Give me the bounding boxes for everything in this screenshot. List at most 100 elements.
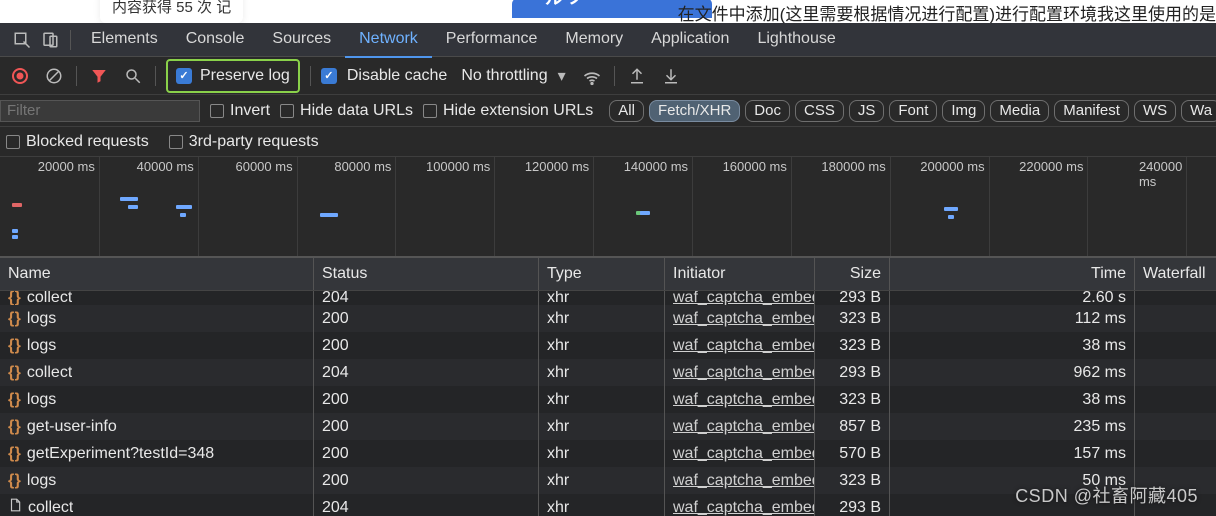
- chevron-down-icon: ▾: [558, 66, 566, 86]
- throttling-value: No throttling: [461, 67, 547, 85]
- thirdparty-checkbox[interactable]: 3rd-party requests: [169, 133, 319, 151]
- inspect-icon[interactable]: [8, 26, 36, 54]
- table-row[interactable]: collect204xhrwaf_captcha_embed293 B: [0, 494, 1216, 516]
- blocked-checkbox[interactable]: Blocked requests: [6, 133, 149, 151]
- download-icon[interactable]: [659, 64, 683, 88]
- request-status: 200: [322, 310, 349, 328]
- request-time: 38 ms: [1082, 391, 1126, 409]
- timeline-grid: [593, 157, 594, 256]
- request-type: xhr: [547, 499, 569, 516]
- table-row[interactable]: { }collect204xhrwaf_captcha_embed293 B96…: [0, 359, 1216, 386]
- request-size: 293 B: [839, 291, 881, 305]
- table-row[interactable]: { }collect204xhrwaf_captcha_embed293 B2.…: [0, 291, 1216, 305]
- request-type: xhr: [547, 291, 569, 305]
- pill-manifest[interactable]: Manifest: [1054, 100, 1129, 122]
- filter-input[interactable]: [0, 100, 200, 122]
- request-name: logs: [27, 391, 56, 409]
- upload-icon[interactable]: [625, 64, 649, 88]
- invert-checkbox[interactable]: Invert: [210, 102, 270, 120]
- device-toggle-icon[interactable]: [36, 26, 64, 54]
- hide-data-checkbox[interactable]: Hide data URLs: [280, 102, 413, 120]
- hide-ext-checkbox[interactable]: Hide extension URLs: [423, 102, 593, 120]
- filter-row-2: Blocked requests 3rd-party requests: [0, 127, 1216, 157]
- preserve-log-label: Preserve log: [200, 67, 290, 85]
- timeline-overview[interactable]: 20000 ms40000 ms60000 ms80000 ms100000 m…: [0, 157, 1216, 257]
- timeline-mark: [944, 207, 958, 211]
- request-time: 2.60 s: [1082, 291, 1126, 305]
- col-name[interactable]: Name: [0, 258, 314, 290]
- request-size: 570 B: [839, 445, 881, 463]
- tab-elements[interactable]: Elements: [77, 22, 172, 58]
- table-row[interactable]: { }logs200xhrwaf_captcha_embed323 B38 ms: [0, 332, 1216, 359]
- tab-lighthouse[interactable]: Lighthouse: [743, 22, 849, 58]
- timeline-grid: [297, 157, 298, 256]
- pill-font[interactable]: Font: [889, 100, 937, 122]
- timeline-tick: 40000 ms: [137, 159, 194, 174]
- request-initiator[interactable]: waf_captcha_embed: [673, 445, 815, 463]
- request-size: 857 B: [839, 418, 881, 436]
- network-conditions-icon[interactable]: [580, 64, 604, 88]
- xhr-icon: { }: [8, 418, 19, 436]
- pill-fetchxhr[interactable]: Fetch/XHR: [649, 100, 740, 122]
- col-status[interactable]: Status: [314, 258, 539, 290]
- clear-icon[interactable]: [42, 64, 66, 88]
- pill-css[interactable]: CSS: [795, 100, 844, 122]
- pill-js[interactable]: JS: [849, 100, 885, 122]
- filter-row: Invert Hide data URLs Hide extension URL…: [0, 95, 1216, 127]
- col-initiator[interactable]: Initiator: [665, 258, 815, 290]
- tab-console[interactable]: Console: [172, 22, 259, 58]
- divider: [614, 66, 615, 86]
- blocked-label: Blocked requests: [26, 133, 149, 151]
- tab-memory[interactable]: Memory: [551, 22, 637, 58]
- col-time[interactable]: Time: [890, 258, 1135, 290]
- request-initiator[interactable]: waf_captcha_embed: [673, 472, 815, 490]
- pill-wa[interactable]: Wa: [1181, 100, 1216, 122]
- timeline-grid: [494, 157, 495, 256]
- pill-all[interactable]: All: [609, 100, 644, 122]
- request-name: logs: [27, 472, 56, 490]
- divider: [155, 66, 156, 86]
- request-type: xhr: [547, 472, 569, 490]
- pill-ws[interactable]: WS: [1134, 100, 1176, 122]
- table-row[interactable]: { }logs200xhrwaf_captcha_embed323 B38 ms: [0, 386, 1216, 413]
- table-row[interactable]: { }get-user-info200xhrwaf_captcha_embed8…: [0, 413, 1216, 440]
- throttling-select[interactable]: No throttling ▾: [457, 66, 569, 86]
- request-initiator[interactable]: waf_captcha_embed: [673, 391, 815, 409]
- timeline-grid: [1186, 157, 1187, 256]
- tab-application[interactable]: Application: [637, 22, 743, 58]
- table-row[interactable]: { }logs200xhrwaf_captcha_embed323 B50 ms: [0, 467, 1216, 494]
- timeline-mark: [12, 229, 18, 233]
- network-toolbar: ✓ Preserve log ✓ Disable cache No thrott…: [0, 57, 1216, 95]
- col-waterfall[interactable]: Waterfall: [1135, 258, 1216, 290]
- request-size: 293 B: [839, 499, 881, 516]
- request-initiator[interactable]: waf_captcha_embed: [673, 499, 815, 516]
- col-size[interactable]: Size: [815, 258, 890, 290]
- pill-media[interactable]: Media: [990, 100, 1049, 122]
- timeline-tick: 160000 ms: [723, 159, 787, 174]
- pill-doc[interactable]: Doc: [745, 100, 790, 122]
- search-icon[interactable]: [121, 64, 145, 88]
- divider: [70, 30, 71, 50]
- request-initiator[interactable]: waf_captcha_embed: [673, 364, 815, 382]
- record-icon[interactable]: [8, 64, 32, 88]
- tab-network[interactable]: Network: [345, 22, 432, 58]
- request-size: 323 B: [839, 472, 881, 490]
- request-initiator[interactable]: waf_captcha_embed: [673, 310, 815, 328]
- xhr-icon: { }: [8, 310, 19, 328]
- timeline-tick: 140000 ms: [624, 159, 688, 174]
- table-row[interactable]: { }logs200xhrwaf_captcha_embed323 B112 m…: [0, 305, 1216, 332]
- timeline-tick: 100000 ms: [426, 159, 490, 174]
- tab-sources[interactable]: Sources: [258, 22, 345, 58]
- filter-icon[interactable]: [87, 64, 111, 88]
- table-row[interactable]: { }getExperiment?testId=348200xhrwaf_cap…: [0, 440, 1216, 467]
- request-initiator[interactable]: waf_captcha_embed: [673, 291, 815, 305]
- request-initiator[interactable]: waf_captcha_embed: [673, 418, 815, 436]
- col-type[interactable]: Type: [539, 258, 665, 290]
- preserve-log-checkbox[interactable]: ✓: [176, 68, 192, 84]
- pill-img[interactable]: Img: [942, 100, 985, 122]
- request-initiator[interactable]: waf_captcha_embed: [673, 337, 815, 355]
- request-size: 323 B: [839, 310, 881, 328]
- tab-performance[interactable]: Performance: [432, 22, 552, 58]
- hide-ext-label: Hide extension URLs: [443, 102, 593, 120]
- disable-cache-checkbox[interactable]: ✓: [321, 68, 337, 84]
